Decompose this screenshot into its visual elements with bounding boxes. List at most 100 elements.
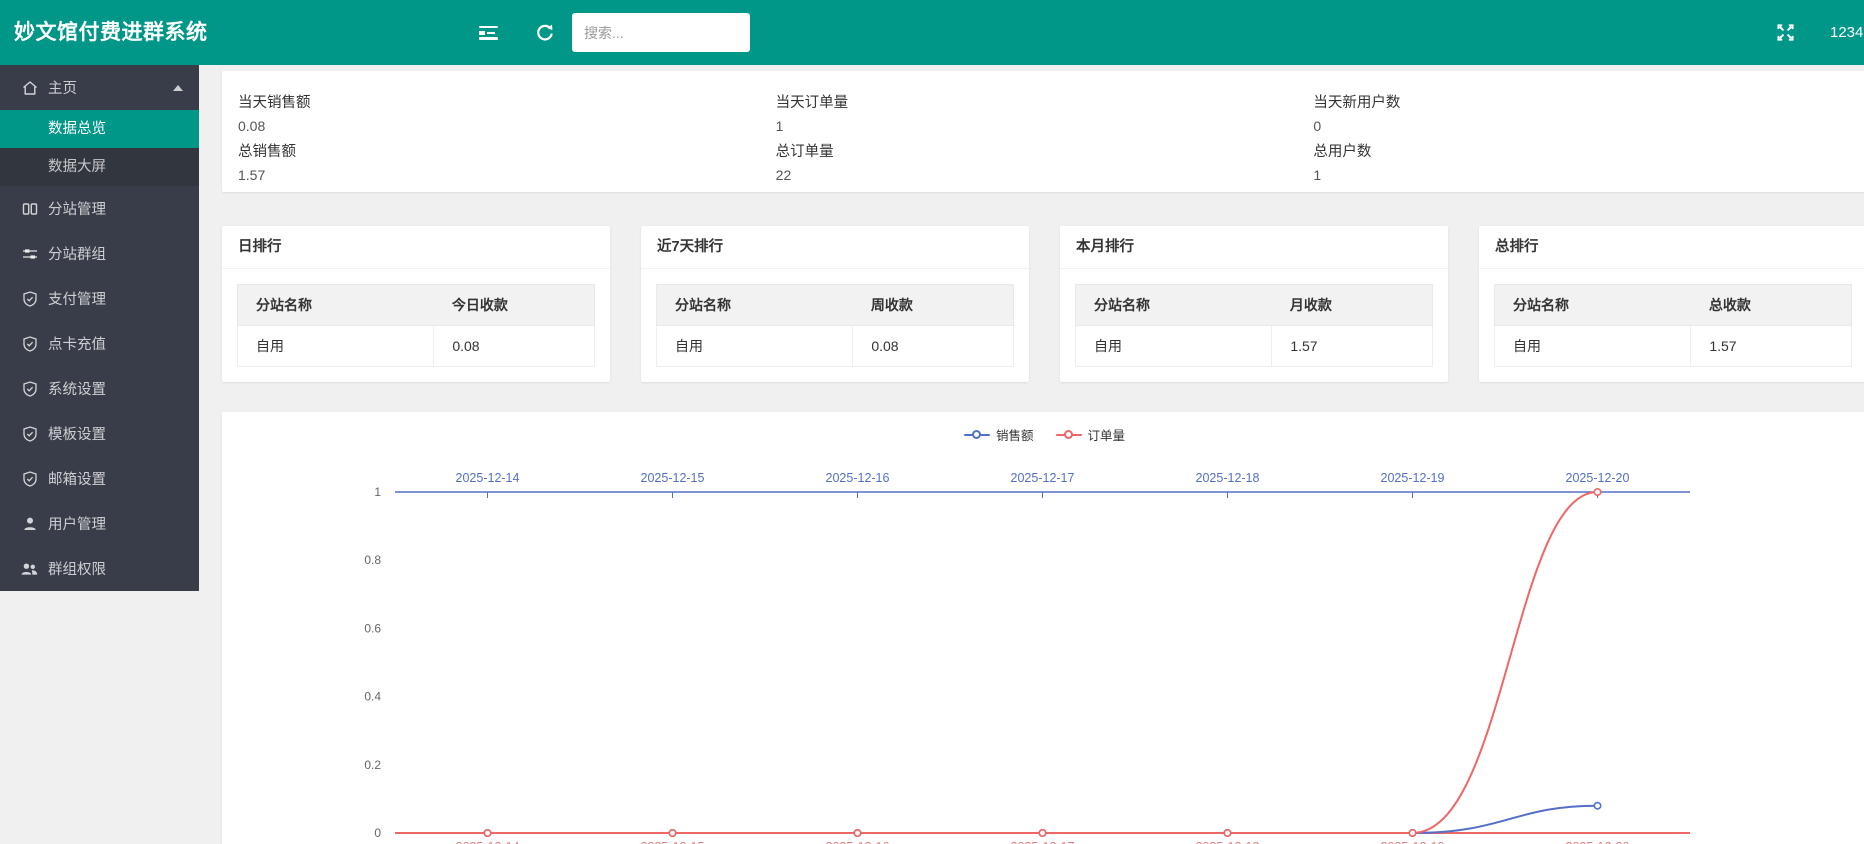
rank-table: 分站名称 今日收款 自用 0.08 <box>237 284 595 367</box>
table-row: 自用 0.08 <box>238 326 595 367</box>
svg-text:2025-12-15: 2025-12-15 <box>641 840 705 844</box>
sidebar-item-label: 分站群组 <box>48 243 106 264</box>
legend-label: 销售额 <box>996 425 1034 444</box>
svg-text:0.6: 0.6 <box>364 621 381 635</box>
rank-cell-site: 自用 <box>238 326 434 367</box>
header-username[interactable]: 12345 <box>1830 0 1864 65</box>
svg-text:2025-12-20: 2025-12-20 <box>1566 471 1630 485</box>
svg-text:0.8: 0.8 <box>364 553 381 567</box>
sidebar-item-data-overview[interactable]: 数据总览 <box>0 110 199 148</box>
refresh-glyph-icon <box>535 23 555 43</box>
sidebar-item-label: 系统设置 <box>48 378 106 399</box>
rank-col-amount: 今日收款 <box>434 285 595 326</box>
sidebar-item-system-settings[interactable]: 系统设置 <box>0 366 199 411</box>
stat-value: 1.57 <box>238 167 776 183</box>
sidebar-item-label: 点卡充值 <box>48 333 106 354</box>
rank-col-site-name: 分站名称 <box>1495 285 1691 326</box>
svg-text:2025-12-18: 2025-12-18 <box>1196 840 1260 844</box>
rank-col-amount: 月收款 <box>1272 285 1433 326</box>
sales-orders-chart-card: 00.20.40.60.812025-12-142025-12-142025-1… <box>222 412 1864 844</box>
rank-cell-site: 自用 <box>1076 326 1272 367</box>
collapse-sidebar-icon[interactable] <box>468 0 508 65</box>
rank-card-title: 本月排行 <box>1060 226 1448 269</box>
stat-value: 22 <box>776 167 1314 183</box>
sidebar-item-substation-groups[interactable]: 分站群组 <box>0 231 199 276</box>
sidebar-item-label: 群组权限 <box>48 558 106 579</box>
sidebar-item-label: 主页 <box>48 77 77 98</box>
stat-today-sales: 当天销售额 0.08 <box>238 85 776 134</box>
rank-card-title: 近7天排行 <box>641 226 1029 269</box>
stat-label: 总销售额 <box>238 140 776 161</box>
refresh-icon[interactable] <box>525 0 565 65</box>
shield-check-icon <box>21 380 38 397</box>
sidebar-item-label: 支付管理 <box>48 288 106 309</box>
shield-check-icon <box>21 425 38 442</box>
sidebar-item-home[interactable]: 主页 <box>0 65 199 110</box>
app-icon <box>21 200 38 217</box>
sidebar-submenu-home: 数据总览 数据大屏 <box>0 110 199 186</box>
sidebar-item-mailbox-settings[interactable]: 邮箱设置 <box>0 456 199 501</box>
table-row: 自用 1.57 <box>1076 326 1433 367</box>
rank-cell-amount: 0.08 <box>434 326 595 367</box>
legend-item-orders[interactable]: 订单量 <box>1056 425 1126 444</box>
table-row: 自用 1.57 <box>1495 326 1852 367</box>
stat-value: 1 <box>1313 167 1851 183</box>
stat-value: 0 <box>1313 118 1851 134</box>
shield-check-icon <box>21 290 38 307</box>
rank-col-amount: 周收款 <box>853 285 1014 326</box>
rank-card-daily: 日排行 分站名称 今日收款 自用 0.08 <box>222 226 610 382</box>
sidebar-item-template-settings[interactable]: 模板设置 <box>0 411 199 456</box>
svg-text:2025-12-19: 2025-12-19 <box>1381 471 1445 485</box>
rank-col-amount: 总收款 <box>1691 285 1852 326</box>
sidebar-item-label: 分站管理 <box>48 198 106 219</box>
stat-label: 当天销售额 <box>238 91 776 112</box>
main-content: 当天销售额 0.08 当天订单量 1 当天新用户数 0 总销售额 1.57 总订… <box>222 71 1864 844</box>
stat-value: 1 <box>776 118 1314 134</box>
rank-card-total: 总排行 分站名称 总收款 自用 1.57 <box>1479 226 1864 382</box>
collapse-glyph-icon <box>479 26 498 40</box>
sidebar-item-label: 用户管理 <box>48 513 106 534</box>
top-header: 妙文馆付费进群系统 12345 <box>0 0 1864 65</box>
search-input[interactable] <box>572 13 750 52</box>
svg-text:0.2: 0.2 <box>364 758 381 772</box>
svg-text:2025-12-16: 2025-12-16 <box>826 840 890 844</box>
stat-total-users: 总用户数 1 <box>1313 134 1851 183</box>
sidebar-item-user-management[interactable]: 用户管理 <box>0 501 199 546</box>
rank-cell-amount: 1.57 <box>1272 326 1433 367</box>
sidebar-item-substation-management[interactable]: 分站管理 <box>0 186 199 231</box>
rank-cell-site: 自用 <box>657 326 853 367</box>
svg-text:2025-12-17: 2025-12-17 <box>1011 471 1075 485</box>
rank-col-site-name: 分站名称 <box>1076 285 1272 326</box>
stat-label: 当天新用户数 <box>1313 91 1851 112</box>
rank-table: 分站名称 月收款 自用 1.57 <box>1075 284 1433 367</box>
svg-text:1: 1 <box>374 485 381 499</box>
fullscreen-icon[interactable] <box>1765 0 1805 65</box>
group-icon <box>21 560 38 577</box>
stat-today-new-users: 当天新用户数 0 <box>1313 85 1851 134</box>
sidebar-item-data-screen[interactable]: 数据大屏 <box>0 148 199 186</box>
legend-item-sales[interactable]: 销售额 <box>964 425 1034 444</box>
home-icon <box>21 79 38 96</box>
rank-table: 分站名称 周收款 自用 0.08 <box>656 284 1014 367</box>
stat-today-orders: 当天订单量 1 <box>776 85 1314 134</box>
legend-label: 订单量 <box>1088 425 1126 444</box>
sidebar-item-label: 邮箱设置 <box>48 468 106 489</box>
app-title: 妙文馆付费进群系统 <box>14 0 208 65</box>
stat-value: 0.08 <box>238 118 776 134</box>
rank-card-7days: 近7天排行 分站名称 周收款 自用 0.08 <box>641 226 1029 382</box>
sidebar-item-payment-management[interactable]: 支付管理 <box>0 276 199 321</box>
shield-check-icon <box>21 335 38 352</box>
sidebar-item-card-recharge[interactable]: 点卡充值 <box>0 321 199 366</box>
svg-text:2025-12-14: 2025-12-14 <box>456 840 520 844</box>
rank-card-month: 本月排行 分站名称 月收款 自用 1.57 <box>1060 226 1448 382</box>
sliders-icon <box>21 245 38 262</box>
chart-legend: 销售额 订单量 <box>222 425 1864 444</box>
stat-label: 总订单量 <box>776 140 1314 161</box>
sidebar-item-group-permissions[interactable]: 群组权限 <box>0 546 199 591</box>
shield-check-icon <box>21 470 38 487</box>
rank-cell-amount: 1.57 <box>1691 326 1852 367</box>
user-icon <box>21 515 38 532</box>
svg-text:0.4: 0.4 <box>364 690 381 704</box>
svg-text:2025-12-17: 2025-12-17 <box>1011 840 1075 844</box>
rank-col-site-name: 分站名称 <box>657 285 853 326</box>
